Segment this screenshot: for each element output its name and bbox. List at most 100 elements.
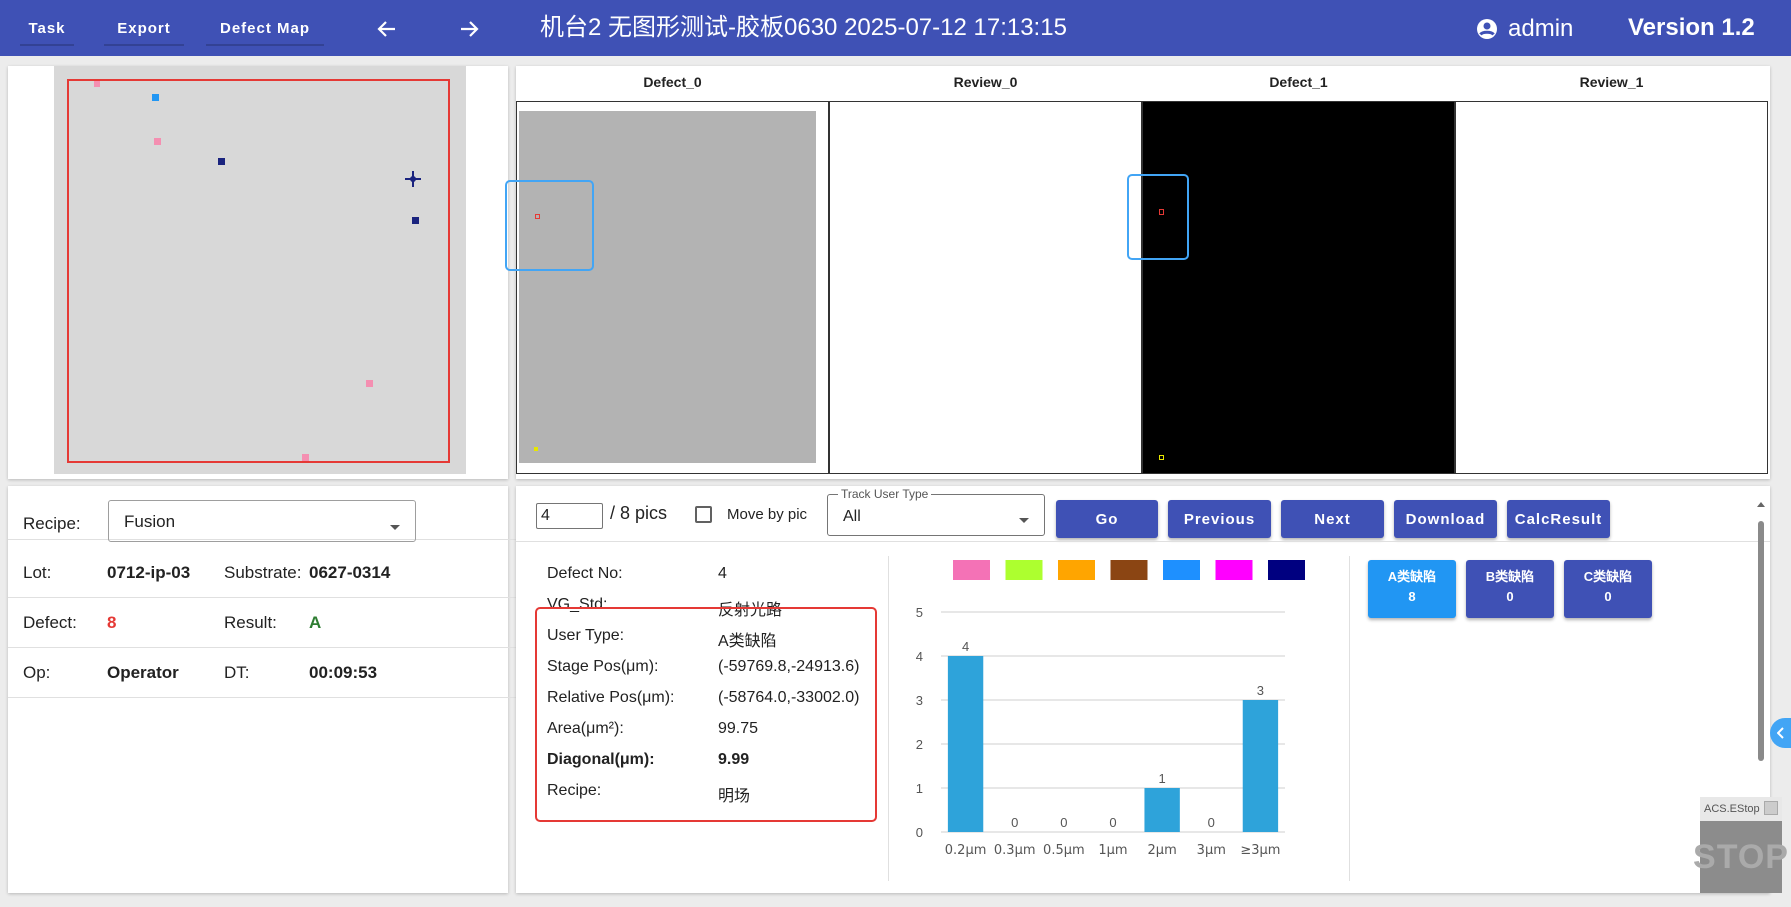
previous-button[interactable]: Previous bbox=[1168, 500, 1271, 538]
track-user-type-label: Track User Type bbox=[838, 487, 932, 501]
zoom-region-box[interactable] bbox=[1127, 174, 1189, 260]
account-circle-icon bbox=[1476, 18, 1498, 40]
app-title: 机台2 无图形测试-胶板0630 2025-07-12 17:13:15 bbox=[540, 14, 1067, 41]
defect-marker[interactable] bbox=[152, 94, 159, 101]
defect-spot bbox=[1159, 455, 1164, 460]
export-menu-button[interactable]: Export bbox=[104, 12, 184, 46]
review-0-image[interactable] bbox=[829, 101, 1142, 474]
defect-marker[interactable] bbox=[94, 81, 100, 87]
page-number-input[interactable]: 4 bbox=[536, 503, 603, 529]
pics-total-label: / 8 pics bbox=[610, 503, 668, 523]
x-tick-label: 1μm bbox=[1098, 843, 1127, 858]
defect-count-value: 8 bbox=[107, 613, 117, 632]
back-arrow-icon[interactable] bbox=[370, 12, 404, 46]
y-tick-label: 2 bbox=[916, 737, 923, 752]
defect-marker[interactable] bbox=[412, 217, 419, 224]
scrollbar[interactable] bbox=[1756, 500, 1766, 830]
x-tick-label: 0.2μm bbox=[945, 843, 987, 858]
x-tick-label: ≥3μm bbox=[1240, 843, 1280, 858]
y-tick-label: 3 bbox=[916, 693, 923, 708]
chevron-left-icon bbox=[1776, 727, 1784, 739]
download-button[interactable]: Download bbox=[1394, 500, 1497, 538]
class-c-label: C类缺陷 bbox=[1583, 569, 1633, 584]
substrate-value: 0627-0314 bbox=[309, 563, 391, 582]
defect-details: Defect No: 4 VG_Std: 反射光路 User Type: A类缺… bbox=[516, 542, 888, 893]
dt-value: 00:09:53 bbox=[309, 663, 378, 682]
defect-marker[interactable] bbox=[218, 158, 225, 165]
calc-result-button[interactable]: CalcResult bbox=[1507, 500, 1610, 538]
class-b-count: 0 bbox=[1506, 589, 1514, 604]
top-bar: Task Export Defect Map 机台2 无图形测试-胶板0630 … bbox=[0, 0, 1791, 56]
estop-widget[interactable]: ACS.EStop STOP bbox=[1693, 797, 1788, 893]
bar bbox=[1144, 788, 1180, 832]
operator-value: Operator bbox=[107, 663, 179, 682]
username: admin bbox=[1508, 15, 1574, 42]
y-tick-label: 4 bbox=[916, 649, 923, 664]
move-by-pic-label: Move by pic bbox=[727, 506, 808, 523]
recipe-select[interactable]: Fusion bbox=[108, 500, 416, 542]
defect-map-menu-button[interactable]: Defect Map bbox=[206, 12, 324, 46]
estop-toggle[interactable] bbox=[1764, 801, 1778, 815]
recipe-select-value: Fusion bbox=[124, 512, 176, 531]
class-b-label: B类缺陷 bbox=[1485, 569, 1535, 584]
class-a-label: A类缺陷 bbox=[1387, 569, 1437, 584]
result-value: A bbox=[309, 613, 322, 632]
bar-value-label: 3 bbox=[1257, 683, 1264, 698]
pane-title-defect-1: Defect_1 bbox=[1269, 74, 1328, 90]
wafer-boundary bbox=[67, 79, 450, 463]
next-button[interactable]: Next bbox=[1281, 500, 1384, 538]
legend-swatch bbox=[953, 560, 990, 580]
defect-marker[interactable] bbox=[302, 454, 309, 461]
defect-count-label: Defect: bbox=[23, 613, 77, 632]
y-tick-label: 5 bbox=[916, 605, 923, 620]
detail-value: 4 bbox=[718, 565, 727, 582]
lot-value: 0712-ip-03 bbox=[107, 563, 191, 582]
highlight-box bbox=[535, 607, 877, 822]
version-label: Version 1.2 bbox=[1628, 14, 1755, 41]
class-count-group: A类缺陷 8 B类缺陷 0 C类缺陷 0 bbox=[1350, 542, 1750, 642]
result-label: Result: bbox=[224, 613, 277, 632]
wafer-map[interactable] bbox=[54, 66, 466, 474]
dropdown-arrow-icon bbox=[389, 517, 401, 537]
defect-spot bbox=[534, 447, 538, 451]
legend-swatch bbox=[1058, 560, 1095, 580]
forward-arrow-icon[interactable] bbox=[452, 12, 486, 46]
defect-marker[interactable] bbox=[154, 138, 161, 145]
defect-1-image[interactable] bbox=[1142, 101, 1455, 474]
legend-swatch bbox=[1110, 560, 1148, 580]
class-b-count-button[interactable]: B类缺陷 0 bbox=[1466, 560, 1554, 618]
legend-swatch bbox=[1215, 560, 1253, 580]
legend-swatch bbox=[1163, 560, 1200, 580]
zoom-region-box[interactable] bbox=[505, 180, 594, 271]
defect-review-panel: 4 / 8 pics Move by pic Track User Type A… bbox=[516, 486, 1770, 893]
scroll-up-icon[interactable] bbox=[1756, 500, 1766, 508]
bar-value-label: 4 bbox=[962, 639, 969, 654]
class-a-count-button[interactable]: A类缺陷 8 bbox=[1368, 560, 1456, 618]
user-menu[interactable]: admin bbox=[1476, 12, 1573, 46]
x-tick-label: 0.5μm bbox=[1043, 843, 1085, 858]
move-by-pic-checkbox[interactable] bbox=[695, 506, 712, 523]
defect-images-panel: Defect_0 Review_0 Defect_1 Review_1 bbox=[505, 66, 1770, 479]
defect-0-image[interactable] bbox=[516, 101, 829, 474]
task-menu-button[interactable]: Task bbox=[20, 12, 74, 46]
legend-swatch bbox=[1005, 560, 1043, 580]
class-c-count: 0 bbox=[1604, 589, 1612, 604]
bar bbox=[1242, 700, 1279, 832]
bar-value-label: 0 bbox=[1060, 815, 1067, 830]
go-button[interactable]: Go bbox=[1056, 500, 1158, 538]
review-1-image[interactable] bbox=[1455, 101, 1768, 474]
dt-label: DT: bbox=[224, 663, 250, 682]
collapse-panel-tab[interactable] bbox=[1770, 718, 1791, 748]
recipe-label: Recipe: bbox=[23, 514, 81, 533]
track-user-type-select[interactable]: Track User Type All bbox=[827, 487, 1045, 536]
bar-value-label: 0 bbox=[1109, 815, 1116, 830]
estop-button[interactable]: STOP bbox=[1693, 821, 1788, 893]
pane-title-review-1: Review_1 bbox=[1579, 74, 1644, 90]
defect-size-chart: 0 1 2 3 4 5 4 0.2μm 0 0.3μm 0 0.5μm 0 1μm 1 2μm 0 3μm 3 ≥3μ… bbox=[916, 560, 1305, 858]
wafer-map-panel bbox=[8, 66, 508, 479]
defect-marker[interactable] bbox=[366, 380, 373, 387]
scrollbar-thumb[interactable] bbox=[1758, 521, 1764, 761]
class-c-count-button[interactable]: C类缺陷 0 bbox=[1564, 560, 1652, 618]
lot-info-panel: Recipe: Fusion Lot: 0712-ip-03 Substrate… bbox=[8, 486, 516, 893]
substrate-label: Substrate: bbox=[224, 563, 302, 582]
